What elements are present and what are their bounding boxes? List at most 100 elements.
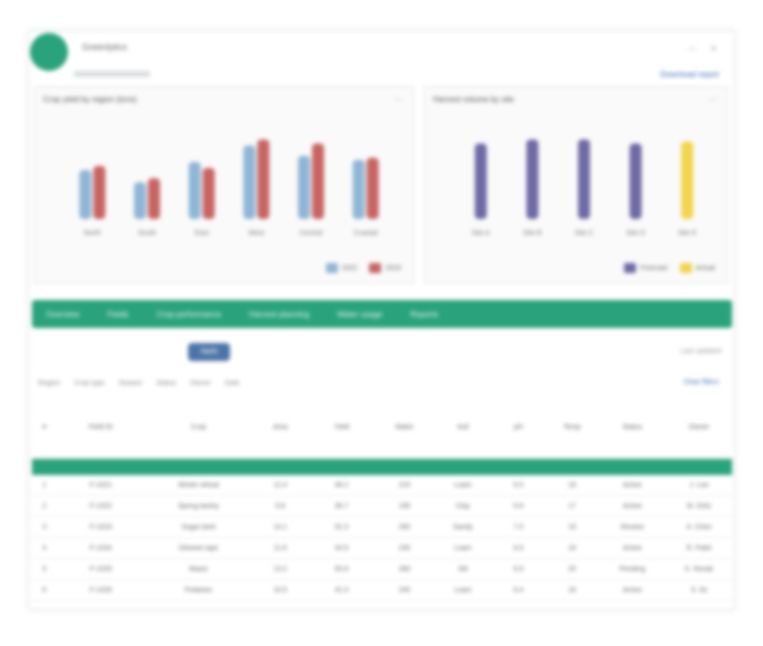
table-cell: F-1023 xyxy=(89,523,112,531)
apply-button[interactable]: Apply xyxy=(188,343,230,361)
table-row[interactable]: 3 F-1023 Sugar beet 14.1 52.3 260 Sandy 7.0 19 Re… xyxy=(32,517,732,538)
chart-bar[interactable] xyxy=(526,139,539,219)
table-cell: Clay xyxy=(455,502,470,510)
table-cell: K. Novak xyxy=(684,565,714,573)
table-cell: 6.6 xyxy=(513,544,524,552)
chart-bar[interactable] xyxy=(202,168,215,219)
table-cell: 190 xyxy=(398,502,411,510)
column-header[interactable]: Field ID xyxy=(57,424,145,431)
legend-item[interactable]: Actual xyxy=(679,263,715,273)
filter-owner[interactable]: Owner xyxy=(190,380,211,387)
column-header[interactable]: Crop xyxy=(145,424,252,431)
table-cell: 7.0 xyxy=(513,523,524,531)
table-cell: Spring barley xyxy=(177,502,220,510)
legend-label: 2022 xyxy=(341,264,358,272)
table-cell: Sandy xyxy=(452,523,473,531)
table-cell: 6.8 xyxy=(513,502,524,510)
x-tick-label: West xyxy=(248,230,264,237)
chart-bar[interactable] xyxy=(312,143,324,219)
table-cell: Potatoes xyxy=(184,586,213,594)
table-row[interactable]: 2 F-1022 Spring barley 9.8 36.7 190 Clay 6.8 17 A… xyxy=(32,496,732,517)
table-cell: A. Chen xyxy=(686,523,712,531)
column-header[interactable]: pH xyxy=(491,424,546,431)
chart-bar[interactable] xyxy=(243,145,256,219)
legend-label: Forecast xyxy=(640,264,668,272)
legend-item[interactable]: 2022 xyxy=(325,263,358,273)
right-chart-panel: Harvest volume by site ⋯ Site A Site B Sit… xyxy=(424,86,728,284)
table-row[interactable]: 1 F-1021 Winter wheat 12.4 48.2 210 Loam 6.5 18 A… xyxy=(32,475,732,496)
filter-season[interactable]: Season xyxy=(119,380,143,387)
column-header[interactable]: Soil xyxy=(435,424,491,431)
x-tick-label: North xyxy=(84,230,101,237)
legend-item[interactable]: 2023 xyxy=(369,263,401,273)
right-chart-menu-icon[interactable]: ⋯ xyxy=(708,94,717,105)
column-header[interactable]: Water xyxy=(374,424,434,431)
tab-crop-performance[interactable]: Crop performance xyxy=(143,310,235,319)
tab-overview[interactable]: Overview xyxy=(32,310,93,319)
table-row[interactable]: 5 F-1025 Maize 13.2 50.8 280 Silt 6.9 20 Pending K… xyxy=(32,559,732,580)
left-chart-legend: 2022 2023 xyxy=(325,263,401,273)
table-cell: 280 xyxy=(398,565,411,573)
chart-bar[interactable] xyxy=(93,165,106,219)
tab-fields[interactable]: Fields xyxy=(93,310,142,319)
left-chart-menu-icon[interactable]: ⋯ xyxy=(394,94,403,105)
chart-bar[interactable] xyxy=(366,157,379,219)
table-cell: 5 xyxy=(42,565,47,573)
column-header[interactable]: Temp xyxy=(546,424,599,431)
left-chart-svg: North South East West Central Coastal xyxy=(79,139,379,237)
legend-swatch xyxy=(679,263,692,273)
table-cell: R. Patel xyxy=(686,544,712,552)
table-cell: 52.3 xyxy=(334,523,349,531)
column-header[interactable]: Owner xyxy=(666,424,732,431)
table-cell: Loam xyxy=(454,586,472,594)
table-cell: 14.1 xyxy=(273,523,288,531)
chart-bar[interactable] xyxy=(298,155,310,219)
right-chart-svg: Site A Site B Site C Site D Site E xyxy=(472,139,697,237)
table-body: 1 F-1021 Winter wheat 12.4 48.2 210 Loam 6.5 18 A… xyxy=(32,475,732,601)
table-cell: 50.8 xyxy=(334,565,349,573)
chart-bar[interactable] xyxy=(629,143,642,219)
table-row[interactable]: 4 F-1024 Oilseed rape 11.6 44.9 230 Loam 6.6 18 A… xyxy=(32,538,732,559)
tab-reports[interactable]: Reports xyxy=(396,310,452,319)
table-cell: 2 xyxy=(42,502,47,510)
table-row[interactable]: 6 F-1026 Potatoes 10.5 41.0 240 Loam 6.4 16 Activ… xyxy=(32,580,732,601)
chart-bar[interactable] xyxy=(257,139,270,219)
table-cell: 41.0 xyxy=(334,586,349,594)
table-cell: M. Ortiz xyxy=(686,502,712,510)
tab-water-usage[interactable]: Water usage xyxy=(323,310,396,319)
chart-bar[interactable] xyxy=(352,159,365,219)
table-cell: 6 xyxy=(42,586,47,594)
table-cell: 6.4 xyxy=(513,586,524,594)
chart-bar[interactable] xyxy=(681,141,694,219)
column-header[interactable]: Area xyxy=(252,424,308,431)
table-cell: Maize xyxy=(189,565,208,573)
window-controls[interactable]: — ✕ xyxy=(688,44,723,53)
chart-bar[interactable] xyxy=(188,161,201,219)
table-cell: 3 xyxy=(42,523,47,531)
column-header[interactable]: Status xyxy=(598,424,666,431)
legend-item[interactable]: Forecast xyxy=(624,263,668,273)
chart-bar[interactable] xyxy=(578,139,590,219)
table-cell: J. Lee xyxy=(689,481,709,489)
legend-label: 2023 xyxy=(385,264,401,272)
chart-bar[interactable] xyxy=(148,178,160,219)
filter-status[interactable]: Status xyxy=(156,380,176,387)
filter-region[interactable]: Region xyxy=(38,380,60,387)
chart-bar[interactable] xyxy=(474,143,487,219)
left-chart-title: Crop yield by region (tons) xyxy=(43,95,137,104)
column-header[interactable]: # xyxy=(32,424,57,431)
right-chart-title: Harvest volume by site xyxy=(433,95,514,104)
table-cell: Loam xyxy=(454,544,472,552)
table-cell: 19 xyxy=(568,523,576,531)
chart-bar[interactable] xyxy=(134,182,146,219)
download-report-link[interactable]: Download report xyxy=(660,70,719,79)
filter-date[interactable]: Date xyxy=(225,380,240,387)
clear-filters-link[interactable]: Clear filters xyxy=(684,379,719,386)
table-cell: 36.7 xyxy=(334,502,349,510)
column-header[interactable]: Yield xyxy=(309,424,375,431)
tab-harvest-planning[interactable]: Harvest planning xyxy=(235,310,323,319)
chart-bar[interactable] xyxy=(79,170,92,219)
filter-crop-type[interactable]: Crop type xyxy=(74,380,104,387)
legend-swatch xyxy=(325,263,338,273)
table-cell: Active xyxy=(622,544,642,552)
